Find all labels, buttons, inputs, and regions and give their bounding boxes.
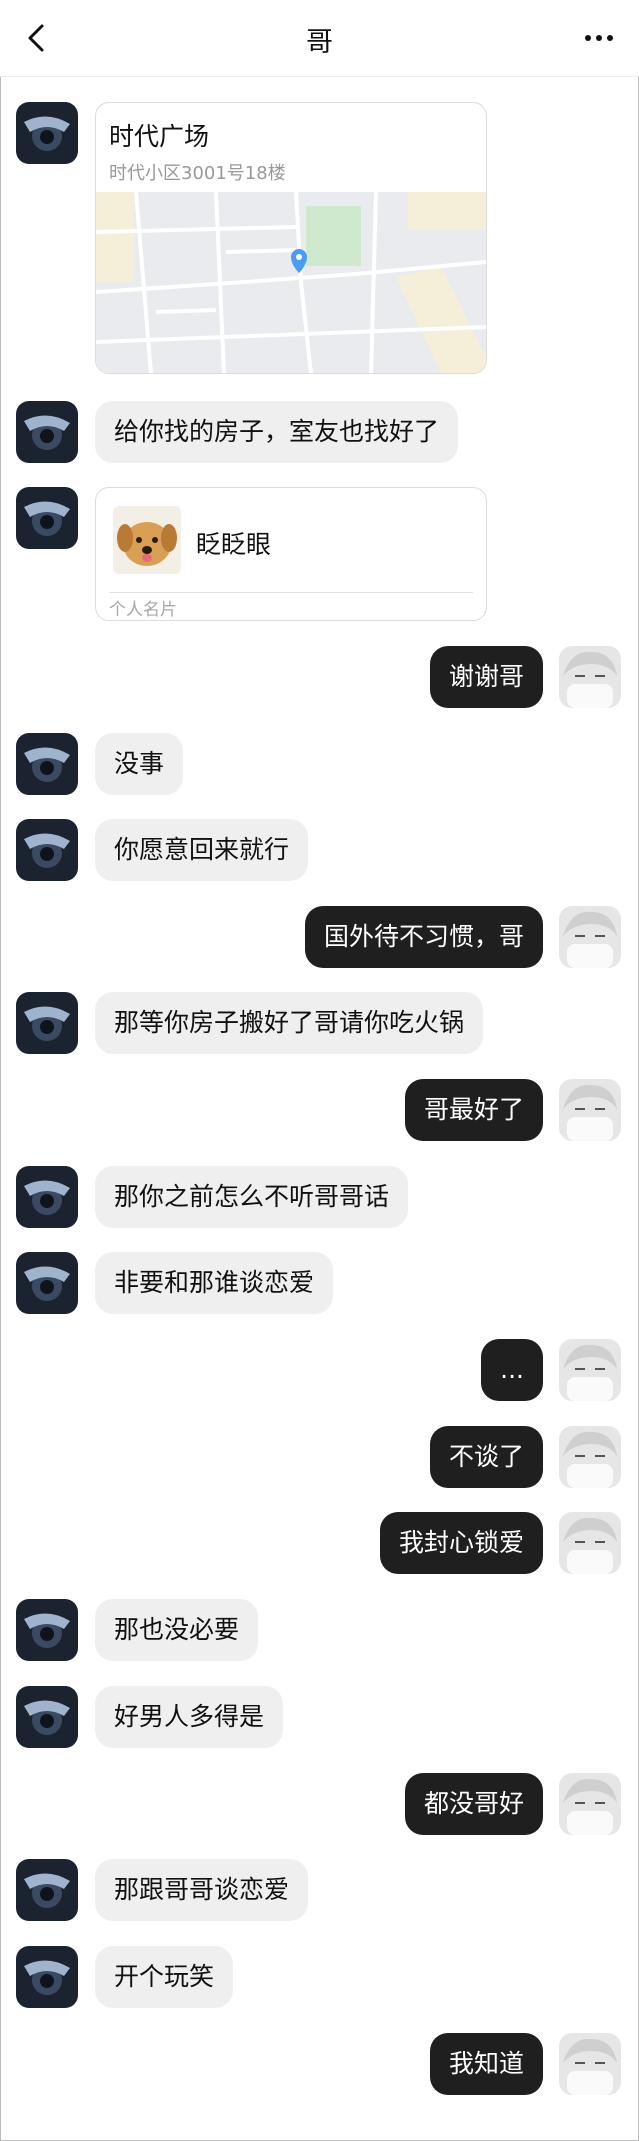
- contact-name: 眨眨眼: [196, 530, 272, 559]
- message-bubble[interactable]: 那等你房子搬好了哥请你吃火锅: [95, 992, 484, 1054]
- message-out: 都没哥好: [0, 1773, 639, 1835]
- contact-avatar[interactable]: [16, 1859, 78, 1921]
- more-dots-icon[interactable]: [583, 25, 615, 51]
- message-in: 你愿意回来就行: [0, 819, 639, 881]
- message-bubble[interactable]: 都没哥好: [404, 1773, 543, 1835]
- contact-avatar[interactable]: [16, 1946, 78, 2008]
- user-avatar[interactable]: [559, 2033, 621, 2095]
- message-out: 我封心锁爱: [0, 1512, 639, 1574]
- message-bubble[interactable]: 谢谢哥: [429, 646, 543, 708]
- contact-avatar[interactable]: [16, 1166, 78, 1228]
- message-bubble[interactable]: 我知道: [429, 2033, 543, 2095]
- message-in: 那你之前怎么不听哥哥话: [0, 1166, 639, 1228]
- contact-avatar[interactable]: [16, 1686, 78, 1748]
- user-avatar[interactable]: [559, 1773, 621, 1835]
- location-card[interactable]: 时代广场 时代小区3001号18楼: [95, 102, 487, 374]
- message-out: 国外待不习惯，哥: [0, 906, 639, 968]
- message-bubble[interactable]: 我封心锁爱: [379, 1512, 543, 1574]
- message-in: 好男人多得是: [0, 1686, 639, 1748]
- user-avatar[interactable]: [559, 906, 621, 968]
- message-in: 给你找的房子，室友也找好了: [0, 401, 639, 463]
- message-in: 那等你房子搬好了哥请你吃火锅: [0, 992, 639, 1054]
- message-bubble[interactable]: 国外待不习惯，哥: [304, 906, 543, 968]
- message-bubble[interactable]: ...: [481, 1339, 543, 1401]
- message-in: 那跟哥哥谈恋爱: [0, 1859, 639, 1921]
- message-location: 时代广场 时代小区3001号18楼: [0, 102, 639, 374]
- user-avatar[interactable]: [559, 1512, 621, 1574]
- message-bubble[interactable]: 非要和那谁谈恋爱: [95, 1252, 334, 1314]
- message-in: 开个玩笑: [0, 1946, 639, 2008]
- message-out: ...: [0, 1339, 639, 1401]
- message-bubble[interactable]: 你愿意回来就行: [95, 819, 309, 881]
- contact-avatar[interactable]: [16, 102, 78, 164]
- user-avatar[interactable]: [559, 1079, 621, 1141]
- contact-card-type: 个人名片: [109, 600, 177, 620]
- message-out: 谢谢哥: [0, 646, 639, 708]
- user-avatar[interactable]: [559, 1339, 621, 1401]
- message-bubble[interactable]: 没事: [95, 733, 184, 795]
- message-contact-card: 眨眨眼 个人名片: [0, 487, 639, 621]
- location-address: 时代小区3001号18楼: [109, 163, 286, 184]
- message-bubble[interactable]: 开个玩笑: [95, 1946, 234, 2008]
- contact-avatar[interactable]: [16, 487, 78, 549]
- message-bubble[interactable]: 不谈了: [429, 1426, 543, 1488]
- message-bubble[interactable]: 那跟哥哥谈恋爱: [95, 1859, 309, 1921]
- message-bubble[interactable]: 那也没必要: [95, 1599, 259, 1661]
- contact-avatar[interactable]: [16, 401, 78, 463]
- message-bubble[interactable]: 哥最好了: [404, 1079, 543, 1141]
- message-in: 那也没必要: [0, 1599, 639, 1661]
- user-avatar[interactable]: [559, 1426, 621, 1488]
- user-avatar[interactable]: [559, 646, 621, 708]
- message-bubble[interactable]: 给你找的房子，室友也找好了: [95, 401, 459, 463]
- message-bubble[interactable]: 好男人多得是: [95, 1686, 284, 1748]
- message-out: 哥最好了: [0, 1079, 639, 1141]
- contact-avatar[interactable]: [16, 733, 78, 795]
- message-in: 没事: [0, 733, 639, 795]
- map-preview: [96, 192, 486, 373]
- message-out: 不谈了: [0, 1426, 639, 1488]
- chat-title: 哥: [306, 27, 333, 58]
- location-name: 时代广场: [109, 122, 210, 151]
- contact-avatar[interactable]: [16, 819, 78, 881]
- contact-avatar[interactable]: [16, 992, 78, 1054]
- dog-photo: [113, 506, 181, 574]
- message-in: 非要和那谁谈恋爱: [0, 1252, 639, 1314]
- message-bubble[interactable]: 那你之前怎么不听哥哥话: [95, 1166, 409, 1228]
- contact-avatar[interactable]: [16, 1252, 78, 1314]
- chat-header: 哥: [0, 0, 639, 77]
- contact-card[interactable]: 眨眨眼 个人名片: [95, 487, 487, 621]
- card-divider: [109, 592, 473, 593]
- contact-avatar[interactable]: [16, 1599, 78, 1661]
- message-out: 我知道: [0, 2033, 639, 2095]
